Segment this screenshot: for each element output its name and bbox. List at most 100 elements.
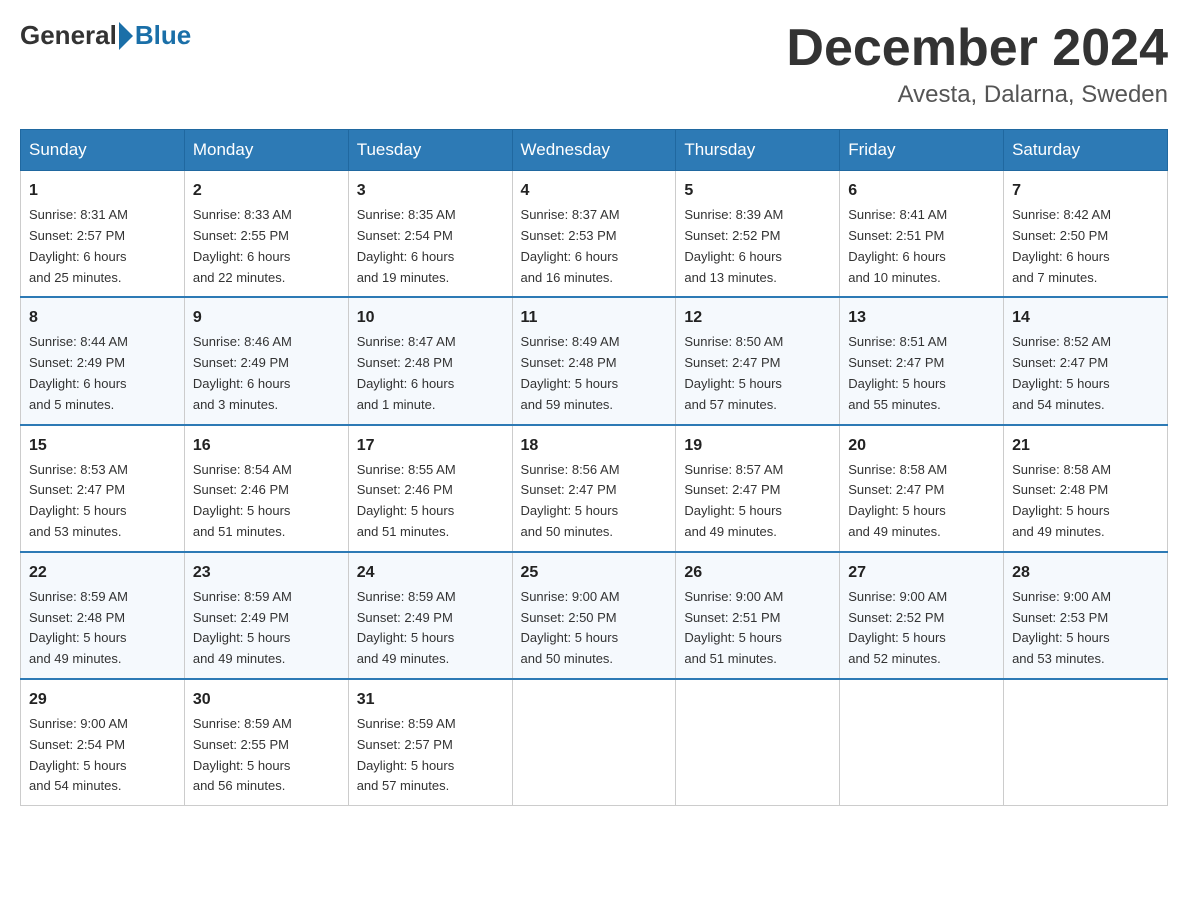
calendar-cell: 29Sunrise: 9:00 AMSunset: 2:54 PMDayligh… xyxy=(21,679,185,806)
day-number: 15 xyxy=(29,434,176,458)
day-number: 8 xyxy=(29,306,176,330)
calendar-cell xyxy=(512,679,676,806)
day-number: 5 xyxy=(684,179,831,203)
calendar-cell xyxy=(676,679,840,806)
day-info: Sunrise: 8:53 AMSunset: 2:47 PMDaylight:… xyxy=(29,462,128,539)
day-info: Sunrise: 8:51 AMSunset: 2:47 PMDaylight:… xyxy=(848,334,947,411)
day-info: Sunrise: 8:31 AMSunset: 2:57 PMDaylight:… xyxy=(29,207,128,284)
day-info: Sunrise: 8:41 AMSunset: 2:51 PMDaylight:… xyxy=(848,207,947,284)
day-number: 19 xyxy=(684,434,831,458)
day-number: 6 xyxy=(848,179,995,203)
day-number: 25 xyxy=(521,561,668,585)
day-info: Sunrise: 8:42 AMSunset: 2:50 PMDaylight:… xyxy=(1012,207,1111,284)
day-number: 18 xyxy=(521,434,668,458)
day-info: Sunrise: 8:47 AMSunset: 2:48 PMDaylight:… xyxy=(357,334,456,411)
header-tuesday: Tuesday xyxy=(348,130,512,171)
calendar-cell xyxy=(840,679,1004,806)
day-number: 4 xyxy=(521,179,668,203)
day-info: Sunrise: 8:59 AMSunset: 2:48 PMDaylight:… xyxy=(29,589,128,666)
day-info: Sunrise: 9:00 AMSunset: 2:53 PMDaylight:… xyxy=(1012,589,1111,666)
calendar-cell: 25 Sunrise: 9:00 AMSunset: 2:50 PMDayligh… xyxy=(512,552,676,679)
calendar-cell: 24 Sunrise: 8:59 AMSunset: 2:49 PMDayligh… xyxy=(348,552,512,679)
day-info: Sunrise: 8:44 AMSunset: 2:49 PMDaylight:… xyxy=(29,334,128,411)
calendar-cell: 12 Sunrise: 8:50 AMSunset: 2:47 PMDayligh… xyxy=(676,297,840,424)
calendar-cell: 31 Sunrise: 8:59 AMSunset: 2:57 PMDayligh… xyxy=(348,679,512,806)
calendar-cell: 10 Sunrise: 8:47 AMSunset: 2:48 PMDayligh… xyxy=(348,297,512,424)
day-number: 21 xyxy=(1012,434,1159,458)
day-info: Sunrise: 8:59 AMSunset: 2:57 PMDaylight:… xyxy=(357,716,456,793)
month-title: December 2024 xyxy=(786,20,1168,77)
week-row-1: 1 Sunrise: 8:31 AMSunset: 2:57 PMDaylight… xyxy=(21,171,1168,298)
logo-arrow-icon xyxy=(119,22,133,50)
calendar-cell: 28 Sunrise: 9:00 AMSunset: 2:53 PMDayligh… xyxy=(1004,552,1168,679)
location-title: Avesta, Dalarna, Sweden xyxy=(786,81,1168,109)
logo-blue-text: Blue xyxy=(135,20,191,51)
day-number: 22 xyxy=(29,561,176,585)
header-saturday: Saturday xyxy=(1004,130,1168,171)
day-info: Sunrise: 8:37 AMSunset: 2:53 PMDaylight:… xyxy=(521,207,620,284)
logo-general-text: General xyxy=(20,20,117,51)
day-number: 24 xyxy=(357,561,504,585)
day-number: 7 xyxy=(1012,179,1159,203)
day-info: Sunrise: 8:58 AMSunset: 2:48 PMDaylight:… xyxy=(1012,462,1111,539)
calendar-cell: 27 Sunrise: 9:00 AMSunset: 2:52 PMDayligh… xyxy=(840,552,1004,679)
day-info: Sunrise: 8:56 AMSunset: 2:47 PMDaylight:… xyxy=(521,462,620,539)
day-info: Sunrise: 8:35 AMSunset: 2:54 PMDaylight:… xyxy=(357,207,456,284)
day-number: 13 xyxy=(848,306,995,330)
day-info: Sunrise: 8:59 AMSunset: 2:49 PMDaylight:… xyxy=(193,589,292,666)
day-info: Sunrise: 9:00 AMSunset: 2:50 PMDaylight:… xyxy=(521,589,620,666)
calendar-cell: 14Sunrise: 8:52 AMSunset: 2:47 PMDayligh… xyxy=(1004,297,1168,424)
day-info: Sunrise: 8:59 AMSunset: 2:55 PMDaylight:… xyxy=(193,716,292,793)
day-info: Sunrise: 8:55 AMSunset: 2:46 PMDaylight:… xyxy=(357,462,456,539)
day-info: Sunrise: 8:52 AMSunset: 2:47 PMDaylight:… xyxy=(1012,334,1111,411)
page-header: General Blue December 2024 Avesta, Dalar… xyxy=(20,20,1168,109)
day-info: Sunrise: 8:50 AMSunset: 2:47 PMDaylight:… xyxy=(684,334,783,411)
calendar-header-row: SundayMondayTuesdayWednesdayThursdayFrid… xyxy=(21,130,1168,171)
week-row-2: 8 Sunrise: 8:44 AMSunset: 2:49 PMDaylight… xyxy=(21,297,1168,424)
calendar-cell: 3 Sunrise: 8:35 AMSunset: 2:54 PMDaylight… xyxy=(348,171,512,298)
day-info: Sunrise: 8:59 AMSunset: 2:49 PMDaylight:… xyxy=(357,589,456,666)
day-number: 31 xyxy=(357,688,504,712)
day-number: 20 xyxy=(848,434,995,458)
calendar-cell: 1 Sunrise: 8:31 AMSunset: 2:57 PMDaylight… xyxy=(21,171,185,298)
calendar-cell: 17 Sunrise: 8:55 AMSunset: 2:46 PMDayligh… xyxy=(348,425,512,552)
calendar-cell: 22 Sunrise: 8:59 AMSunset: 2:48 PMDayligh… xyxy=(21,552,185,679)
day-number: 26 xyxy=(684,561,831,585)
day-info: Sunrise: 9:00 AMSunset: 2:52 PMDaylight:… xyxy=(848,589,947,666)
day-number: 3 xyxy=(357,179,504,203)
calendar-cell: 5 Sunrise: 8:39 AMSunset: 2:52 PMDaylight… xyxy=(676,171,840,298)
calendar-cell: 15 Sunrise: 8:53 AMSunset: 2:47 PMDayligh… xyxy=(21,425,185,552)
day-info: Sunrise: 9:00 AMSunset: 2:51 PMDaylight:… xyxy=(684,589,783,666)
day-number: 11 xyxy=(521,306,668,330)
calendar-cell: 9Sunrise: 8:46 AMSunset: 2:49 PMDaylight… xyxy=(184,297,348,424)
day-number: 10 xyxy=(357,306,504,330)
calendar-cell: 2Sunrise: 8:33 AMSunset: 2:55 PMDaylight… xyxy=(184,171,348,298)
calendar-cell xyxy=(1004,679,1168,806)
calendar-cell: 11Sunrise: 8:49 AMSunset: 2:48 PMDayligh… xyxy=(512,297,676,424)
day-number: 28 xyxy=(1012,561,1159,585)
header-sunday: Sunday xyxy=(21,130,185,171)
day-info: Sunrise: 8:54 AMSunset: 2:46 PMDaylight:… xyxy=(193,462,292,539)
calendar-cell: 16 Sunrise: 8:54 AMSunset: 2:46 PMDayligh… xyxy=(184,425,348,552)
day-number: 27 xyxy=(848,561,995,585)
day-info: Sunrise: 8:46 AMSunset: 2:49 PMDaylight:… xyxy=(193,334,292,411)
calendar-cell: 30 Sunrise: 8:59 AMSunset: 2:55 PMDayligh… xyxy=(184,679,348,806)
calendar-cell: 23Sunrise: 8:59 AMSunset: 2:49 PMDayligh… xyxy=(184,552,348,679)
day-number: 1 xyxy=(29,179,176,203)
day-number: 17 xyxy=(357,434,504,458)
calendar-cell: 6 Sunrise: 8:41 AMSunset: 2:51 PMDaylight… xyxy=(840,171,1004,298)
day-number: 16 xyxy=(193,434,340,458)
day-number: 29 xyxy=(29,688,176,712)
calendar-cell: 18 Sunrise: 8:56 AMSunset: 2:47 PMDayligh… xyxy=(512,425,676,552)
header-friday: Friday xyxy=(840,130,1004,171)
calendar-table: SundayMondayTuesdayWednesdayThursdayFrid… xyxy=(20,129,1168,806)
calendar-cell: 8 Sunrise: 8:44 AMSunset: 2:49 PMDaylight… xyxy=(21,297,185,424)
week-row-3: 15 Sunrise: 8:53 AMSunset: 2:47 PMDayligh… xyxy=(21,425,1168,552)
calendar-cell: 26 Sunrise: 9:00 AMSunset: 2:51 PMDayligh… xyxy=(676,552,840,679)
day-info: Sunrise: 8:33 AMSunset: 2:55 PMDaylight:… xyxy=(193,207,292,284)
logo: General Blue xyxy=(20,20,191,51)
day-info: Sunrise: 8:39 AMSunset: 2:52 PMDaylight:… xyxy=(684,207,783,284)
title-section: December 2024 Avesta, Dalarna, Sweden xyxy=(786,20,1168,109)
day-number: 12 xyxy=(684,306,831,330)
day-number: 30 xyxy=(193,688,340,712)
